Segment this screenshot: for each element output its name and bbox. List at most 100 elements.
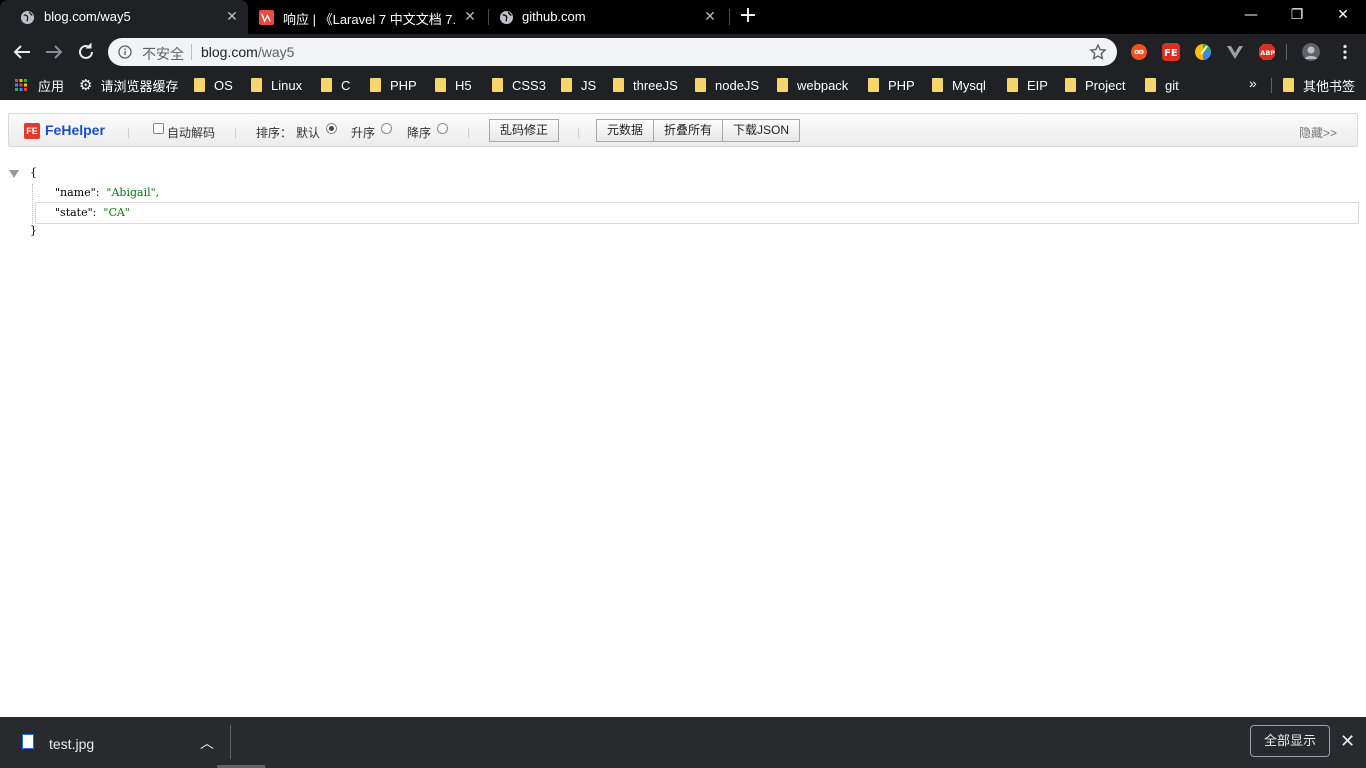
json-key: "name": xyxy=(55,186,100,199)
gear-icon: ⚙ xyxy=(79,77,93,94)
bookmarks-divider xyxy=(1271,78,1272,93)
tab-laravel[interactable]: 响应 | 《Laravel 7 中文文档 7.x》 ✕ xyxy=(248,0,488,34)
close-window-button[interactable]: ✕ xyxy=(1320,0,1366,30)
bookmark-folder-js[interactable]: JS xyxy=(561,77,596,93)
bookmark-folder-git[interactable]: git xyxy=(1145,77,1179,93)
json-value: "Abigail", xyxy=(106,186,160,199)
fehelper-bar: FE FeHelper | 自动解码 | 排序： 默认 升序 降序 | 乱码修正… xyxy=(8,113,1358,147)
hide-toolbar-link[interactable]: 隐藏>> xyxy=(1299,124,1337,141)
bookmark-folder-c[interactable]: C xyxy=(321,77,350,93)
svg-text:ABP: ABP xyxy=(1260,49,1275,57)
bookmark-label: threeJS xyxy=(633,77,678,93)
json-entry[interactable]: "name": "Abigail", xyxy=(55,186,159,199)
bookmarks-overflow-chevron-icon[interactable]: » xyxy=(1249,75,1257,91)
download-divider xyxy=(230,725,231,759)
bookmark-label: nodeJS xyxy=(715,77,760,93)
restore-button[interactable]: ❐ xyxy=(1274,0,1320,30)
info-icon[interactable] xyxy=(118,45,132,59)
tab-strip: blog.com/way5 ✕ 响应 | 《Laravel 7 中文文档 7.x… xyxy=(0,0,1366,34)
tab-blog[interactable]: blog.com/way5 ✕ xyxy=(0,0,248,34)
folder-icon xyxy=(492,78,503,92)
json-key: "state": xyxy=(55,206,97,219)
sort-asc-label[interactable]: 升序 xyxy=(351,124,375,141)
bookmark-folder-os[interactable]: OS xyxy=(194,77,233,93)
bookmark-folder-webpack[interactable]: webpack xyxy=(777,77,848,93)
kebab-menu-icon[interactable] xyxy=(1336,43,1354,61)
download-file-name[interactable]: test.jpg xyxy=(49,736,94,752)
folder-icon xyxy=(321,78,332,92)
bookmark-folder-nodejs[interactable]: nodeJS xyxy=(695,77,759,93)
url-path: /way5 xyxy=(257,44,295,60)
bookmark-label: Mysql xyxy=(952,77,986,93)
bookmark-folder-threejs[interactable]: threeJS xyxy=(613,77,678,93)
fehelper-extension-icon[interactable]: FE xyxy=(1162,43,1180,61)
infinity-extension-icon[interactable] xyxy=(1130,43,1148,61)
raw-data-button[interactable]: 元数据 xyxy=(596,119,654,142)
folder-icon xyxy=(1065,78,1076,92)
folder-icon xyxy=(932,78,943,92)
auto-decode-checkbox[interactable] xyxy=(153,123,164,134)
bookmark-label: 其他书签 xyxy=(1303,78,1356,94)
avatar[interactable] xyxy=(1302,43,1320,61)
json-entry[interactable]: "state": "CA" xyxy=(55,206,130,219)
tab-title: 响应 | 《Laravel 7 中文文档 7.x》 xyxy=(283,12,455,27)
collapse-all-button[interactable]: 折叠所有 xyxy=(653,119,723,142)
folder-icon xyxy=(435,78,446,92)
bookmark-folder-project[interactable]: Project xyxy=(1065,77,1125,93)
download-json-button[interactable]: 下载JSON xyxy=(722,119,800,142)
tab-title: github.com xyxy=(522,9,586,24)
bookmark-folder-css3[interactable]: CSS3 xyxy=(492,77,546,93)
auto-decode-label[interactable]: 自动解码 xyxy=(167,124,215,141)
bookmark-folder-eip[interactable]: EIP xyxy=(1007,77,1048,93)
bookmark-label: 应用 xyxy=(38,78,65,94)
json-close-brace: } xyxy=(30,224,37,237)
folder-icon xyxy=(695,78,706,92)
close-icon[interactable]: ✕ xyxy=(1340,731,1355,752)
fix-encoding-button[interactable]: 乱码修正 xyxy=(489,119,559,142)
bookmark-folder-mysql[interactable]: Mysql xyxy=(932,77,986,93)
url-text[interactable]: blog.com/way5 xyxy=(201,44,294,60)
tab-close-icon[interactable]: ✕ xyxy=(224,8,240,24)
json-value: "CA" xyxy=(103,206,130,219)
new-tab-button[interactable]: + xyxy=(738,5,758,27)
security-label[interactable]: 不安全 xyxy=(142,44,184,64)
bookmark-clear-cache[interactable]: ⚙ 请浏览器缓存 xyxy=(79,77,178,94)
collapse-triangle-icon[interactable] xyxy=(9,170,19,178)
reload-icon[interactable] xyxy=(74,40,98,64)
sort-desc-radio[interactable] xyxy=(437,123,448,134)
chevron-up-icon[interactable]: ︿ xyxy=(200,733,214,753)
bookmark-folder-h5[interactable]: H5 xyxy=(435,77,472,93)
back-icon[interactable] xyxy=(10,40,34,64)
globe-icon xyxy=(20,10,35,25)
separator: | xyxy=(577,125,581,139)
forward-icon[interactable] xyxy=(42,40,66,64)
bookmark-apps[interactable]: 应用 xyxy=(15,77,65,94)
bookmark-star-icon[interactable] xyxy=(1089,43,1107,61)
minimize-button[interactable]: — xyxy=(1228,0,1274,30)
bookmark-folder-php[interactable]: PHP xyxy=(370,77,417,93)
folder-icon xyxy=(1145,78,1156,92)
show-all-downloads-button[interactable]: 全部显示 xyxy=(1250,725,1330,757)
folder-icon xyxy=(1283,78,1294,92)
tab-close-icon[interactable]: ✕ xyxy=(702,8,718,24)
bookmark-folder-php-2[interactable]: PHP xyxy=(868,77,915,93)
fehelper-title[interactable]: FeHelper xyxy=(45,122,105,138)
vue-devtools-icon[interactable] xyxy=(1226,43,1244,61)
bookmark-folder-linux[interactable]: Linux xyxy=(251,77,302,93)
separator: | xyxy=(127,125,131,139)
adblock-plus-icon[interactable]: ABP xyxy=(1258,43,1276,61)
bookmark-label: PHP xyxy=(390,77,417,93)
color-picker-extension-icon[interactable] xyxy=(1194,43,1212,61)
url-host: blog.com xyxy=(201,44,258,60)
address-bar[interactable]: 不安全 blog.com/way5 xyxy=(108,38,1117,66)
sort-default-radio[interactable] xyxy=(326,123,337,134)
sort-desc-label[interactable]: 降序 xyxy=(407,124,431,141)
tab-github[interactable]: github.com ✕ xyxy=(488,0,728,34)
sort-default-label[interactable]: 默认 xyxy=(296,124,320,141)
other-bookmarks[interactable]: 其他书签 xyxy=(1283,77,1356,94)
sort-asc-radio[interactable] xyxy=(381,123,392,134)
download-shelf: test.jpg ︿ 全部显示 ✕ xyxy=(0,717,1366,768)
folder-icon xyxy=(868,78,879,92)
tab-divider xyxy=(729,9,730,25)
tab-close-icon[interactable]: ✕ xyxy=(462,8,478,24)
